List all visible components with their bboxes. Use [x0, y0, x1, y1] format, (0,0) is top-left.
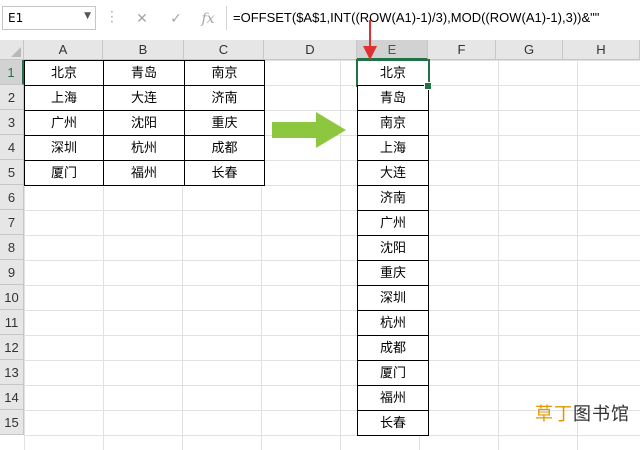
insert-function-icon[interactable]: fx: [196, 8, 220, 30]
row-header-2[interactable]: 2: [0, 85, 24, 110]
cell-b4[interactable]: 杭州: [103, 135, 185, 161]
formula-bar-area: E1 ▼ · · · ✕ ✓ fx =OFFSET($A$1,INT((ROW(A1…: [0, 0, 640, 41]
cell-e8[interactable]: 沈阳: [357, 235, 429, 261]
cell-c5[interactable]: 长春: [184, 160, 265, 186]
select-all-corner[interactable]: [0, 40, 24, 60]
cell-a4[interactable]: 深圳: [24, 135, 104, 161]
cell-e14[interactable]: 福州: [357, 385, 429, 411]
cell-e6[interactable]: 济南: [357, 185, 429, 211]
cell-e9[interactable]: 重庆: [357, 260, 429, 286]
row-header-3[interactable]: 3: [0, 110, 24, 135]
row-header-15[interactable]: 15: [0, 410, 24, 435]
row-header-1[interactable]: 1: [0, 60, 24, 85]
right-arrow-icon: [272, 112, 346, 148]
name-box-value: E1: [8, 11, 24, 25]
cell-e2[interactable]: 青岛: [357, 85, 429, 111]
row-header-5[interactable]: 5: [0, 160, 24, 185]
cell-e3[interactable]: 南京: [357, 110, 429, 136]
column-header-d[interactable]: D: [264, 40, 357, 60]
name-box[interactable]: E1 ▼: [2, 6, 96, 30]
row-header-13[interactable]: 13: [0, 360, 24, 385]
row-header-6[interactable]: 6: [0, 185, 24, 210]
cell-c1[interactable]: 南京: [184, 60, 265, 86]
cell-e7[interactable]: 广州: [357, 210, 429, 236]
watermark: 草丁图书馆: [535, 400, 630, 426]
row-header-12[interactable]: 12: [0, 335, 24, 360]
cell-b5[interactable]: 福州: [103, 160, 185, 186]
cell-b1[interactable]: 青岛: [103, 60, 185, 86]
cell-e12[interactable]: 成都: [357, 335, 429, 361]
row-header-9[interactable]: 9: [0, 260, 24, 285]
column-header-c[interactable]: C: [184, 40, 264, 60]
pointer-arrow-icon: [363, 20, 377, 60]
cell-e13[interactable]: 厦门: [357, 360, 429, 386]
column-header-h[interactable]: H: [563, 40, 640, 60]
cell-e5[interactable]: 大连: [357, 160, 429, 186]
column-header-b[interactable]: B: [103, 40, 184, 60]
formula-text: =OFFSET($A$1,INT((ROW(A1)-1)/3),MOD((ROW…: [233, 10, 600, 25]
watermark-part1: 草丁: [535, 404, 573, 425]
fill-handle[interactable]: [424, 82, 432, 90]
cell-a2[interactable]: 上海: [24, 85, 104, 111]
watermark-part2: 图书馆: [573, 404, 630, 425]
more-dots-icon: · · ·: [110, 5, 114, 29]
cell-e4[interactable]: 上海: [357, 135, 429, 161]
spreadsheet-grid[interactable]: A B C D E F G H 1 2 3 4 5 6 7 8 9 10 11 …: [0, 40, 640, 450]
cell-e10[interactable]: 深圳: [357, 285, 429, 311]
row-header-8[interactable]: 8: [0, 235, 24, 260]
column-header-a[interactable]: A: [24, 40, 103, 60]
cell-c2[interactable]: 济南: [184, 85, 265, 111]
row-header-4[interactable]: 4: [0, 135, 24, 160]
row-header-10[interactable]: 10: [0, 285, 24, 310]
cell-e11[interactable]: 杭州: [357, 310, 429, 336]
cell-b3[interactable]: 沈阳: [103, 110, 185, 136]
cell-e1[interactable]: 北京: [356, 59, 430, 87]
cell-e15[interactable]: 长春: [357, 410, 429, 436]
column-header-f[interactable]: F: [428, 40, 496, 60]
cell-c4[interactable]: 成都: [184, 135, 265, 161]
cell-a1[interactable]: 北京: [24, 60, 104, 86]
cancel-icon[interactable]: ✕: [130, 8, 154, 30]
row-header-11[interactable]: 11: [0, 310, 24, 335]
cell-c3[interactable]: 重庆: [184, 110, 265, 136]
row-header-14[interactable]: 14: [0, 385, 24, 410]
cell-a5[interactable]: 厦门: [24, 160, 104, 186]
confirm-icon[interactable]: ✓: [164, 8, 188, 30]
cell-a3[interactable]: 广州: [24, 110, 104, 136]
row-header-7[interactable]: 7: [0, 210, 24, 235]
column-header-g[interactable]: G: [496, 40, 563, 60]
chevron-down-icon[interactable]: ▼: [84, 11, 91, 21]
cell-b2[interactable]: 大连: [103, 85, 185, 111]
formula-input[interactable]: =OFFSET($A$1,INT((ROW(A1)-1)/3),MOD((ROW…: [226, 6, 639, 30]
